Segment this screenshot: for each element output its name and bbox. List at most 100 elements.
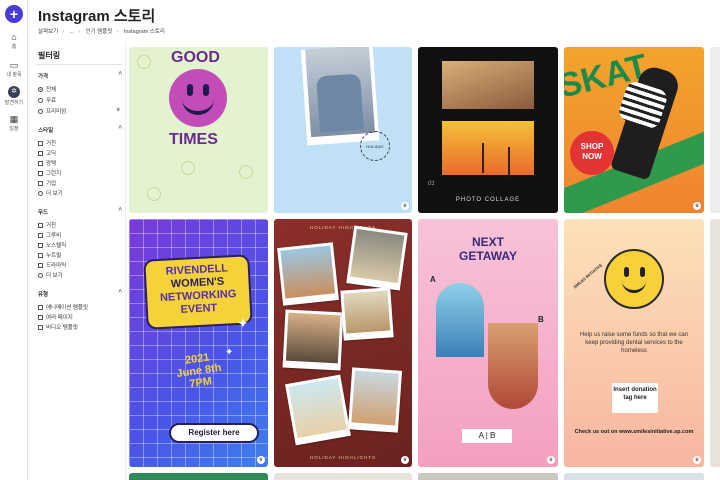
sparkle-icon: ✦ [237,315,249,331]
checkbox-option[interactable]: 애니메이션 템플릿 [38,303,88,311]
photo [442,121,534,175]
body-text: Help us raise some funds so that we can … [579,332,689,354]
option-a-label: A [430,275,436,284]
checkbox [38,324,43,330]
section-label: 스타일 [38,128,54,134]
checkbox [38,140,43,146]
radio-dot [38,97,43,103]
option-label: 거친 [46,223,57,229]
rail-item-my-items[interactable]: ▭ 내 항목 [0,60,28,78]
template-card-skate[interactable]: SKAT SHOP NOW ♛ [564,47,704,213]
left-rail: + ⌂ 홈 ▭ 내 항목 ✲ 발견하기 ▦ 일정 [0,0,28,480]
checkbox-option[interactable]: 거친 [38,221,56,229]
checkbox-option[interactable]: 거친 [38,139,56,147]
calendar-icon: ▦ [9,114,19,124]
checkbox-option[interactable]: 그런지 [38,169,61,177]
checkbox [38,304,43,310]
option-label: 노스탤직 [46,243,67,249]
checkbox-option[interactable]: 노스탤직 [38,241,66,249]
rail-label: 홈 [11,44,17,50]
breadcrumb-item[interactable]: ... [70,29,75,35]
rail-label: 내 항목 [6,72,22,78]
divider [36,64,122,65]
smiley-face [604,249,664,309]
home-icon: ⌂ [11,32,17,42]
chevron-up-icon: ˄ [118,125,122,131]
shop-now-badge: SHOP NOW [570,131,614,175]
template-card-holiday-highlights[interactable]: HOLIDAY HIGHLIGHTS HOLIDAY HIGHLIGHTS ♛ [274,219,412,467]
option-label: 광택 [46,161,57,167]
radio-all[interactable]: 전체 [38,85,56,93]
rail-item-home[interactable]: ⌂ 홈 [0,32,28,50]
create-button[interactable]: + [5,5,23,23]
show-more-style[interactable]: 더 보기 [38,189,63,197]
premium-badge-icon: ♛ [257,456,265,464]
radio-dot [38,86,43,92]
template-card-networking-event[interactable]: RIVENDELL WOMEN'S NETWORKING EVENT 2021 … [129,219,268,467]
filter-section-price[interactable]: 가격 ˄ [38,71,122,80]
filter-section-style[interactable]: 스타일 ˄ [38,125,122,134]
filter-section-type[interactable]: 유형 ˄ [38,289,122,298]
register-button-graphic: Register here [169,423,259,443]
rail-label: 발견하기 [4,100,24,106]
option-label: 그런지 [46,171,62,177]
eye [640,267,645,277]
option-label: 비디오 템플릿 [46,325,78,331]
template-card-next-row[interactable] [129,473,268,480]
breadcrumb-item[interactable]: 살펴보기 [38,29,58,35]
checkbox-option[interactable]: 여러 페이지 [38,313,73,321]
template-card-next-row[interactable] [274,473,412,480]
template-card-photo-collage[interactable]: 01 PHOTO COLLAGE [418,47,558,213]
breadcrumb-current: Instagram 스토리 [123,29,165,35]
checkbox-option[interactable]: 비디오 템플릿 [38,323,78,331]
polaroid [347,367,403,433]
section-label: 유형 [38,292,49,298]
option-label: 거친 [46,141,57,147]
checkbox-option[interactable]: 그루비 [38,231,61,239]
checkbox-option[interactable]: 기업 [38,179,56,187]
polaroid [285,374,351,446]
premium-badge-icon: ♛ [693,456,701,464]
template-card-smiles-initiative[interactable]: SMILES INITIATIVE Help us raise some fun… [564,219,704,467]
rail-label: 일정 [9,126,19,132]
chevron-up-icon: ˄ [118,289,122,295]
template-card-good-times[interactable]: GOOD TIMES [129,47,268,213]
checkbox-option[interactable]: 누트럴 [38,251,61,259]
plus-circle-icon [38,272,43,278]
polaroid [282,309,344,371]
option-label: 전체 [46,87,57,93]
rail-item-discover[interactable]: ✲ 발견하기 [0,86,28,106]
template-card-partial[interactable] [710,47,720,213]
template-card-next-row[interactable] [564,473,704,480]
rail-item-schedule[interactable]: ▦ 일정 [0,114,28,132]
donation-tag-box: Insert donation tag here [612,383,658,413]
breadcrumb-separator: › [78,29,81,35]
template-card-denim[interactable]: HOLIDAY ♛ [274,47,412,213]
template-caption: PHOTO COLLAGE [455,197,521,203]
template-card-partial[interactable] [710,219,720,467]
breadcrumb-item[interactable]: 인기 템플릿 [86,29,113,35]
option-label: 더 보기 [46,191,63,197]
checkbox [38,252,43,258]
checkbox-option[interactable]: 고딕 [38,149,56,157]
checkbox [38,160,43,166]
show-more-mood[interactable]: 더 보기 [38,271,63,279]
template-headline: TIMES [169,131,218,148]
template-card-next-getaway[interactable]: NEXT GETAWAY A B A | B ♛ [418,219,558,467]
checkbox-option[interactable]: 광택 [38,159,56,167]
checkbox [38,180,43,186]
checkbox-option[interactable]: 드라마틱 [38,261,66,269]
crown-icon: ♛ [116,107,121,113]
mouth [182,99,214,115]
section-label: 무드 [38,210,49,216]
radio-free[interactable]: 무료 [38,96,56,104]
radio-premium[interactable]: 프리미엄 ♛ [38,107,120,115]
stamp: HOLIDAY [360,131,390,161]
filter-panel: 필터링 가격 ˄ 전체 무료 프리미엄 ♛ 스타일 ˄ 거친 고딕 광택 그런지 … [28,42,126,480]
option-label: 고딕 [46,151,57,157]
filter-section-mood[interactable]: 무드 ˄ [38,207,122,216]
section-label: 가격 [38,74,49,80]
photo-subject [316,73,364,133]
template-card-next-row[interactable] [418,473,558,480]
polaroid [346,225,408,291]
